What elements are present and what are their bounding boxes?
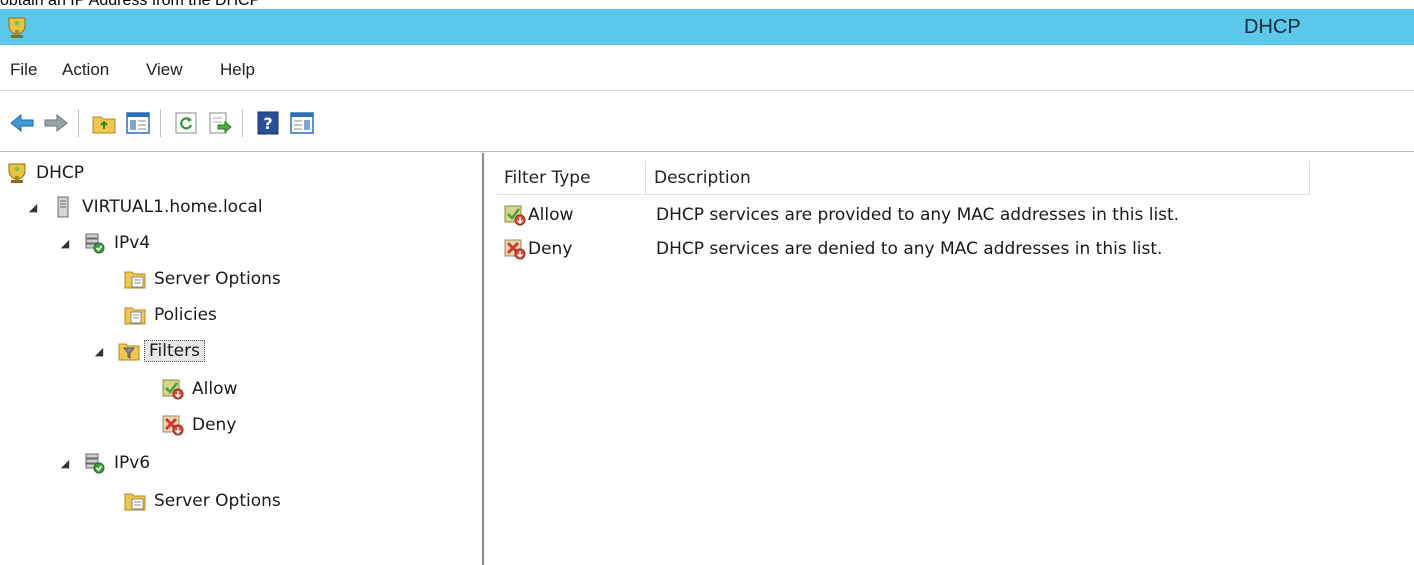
console-tree: DHCP ◢ VIRTUAL1.home.local ◢ IPv4 Server… [0, 153, 484, 565]
details-list: Filter Type Description Allow DHCP servi… [486, 153, 1414, 565]
toolbar-separator [160, 109, 161, 137]
collapse-arrow-icon[interactable]: ◢ [26, 200, 40, 214]
ipv6-icon [84, 452, 106, 474]
title-bar: DHCP [0, 9, 1414, 45]
tree-node-deny[interactable]: Deny [162, 411, 236, 439]
dhcp-icon [6, 162, 28, 184]
deny-filter-icon [162, 414, 184, 436]
filter-type-cell: Allow [528, 205, 574, 225]
tree-label: Deny [192, 415, 237, 435]
server-options-icon [124, 490, 146, 512]
tree-label: Policies [154, 305, 217, 325]
toolbar: ? [0, 92, 1414, 152]
tree-label: DHCP [36, 163, 84, 183]
server-icon [52, 196, 74, 218]
refresh-icon[interactable] [172, 109, 200, 137]
help-icon[interactable]: ? [254, 109, 282, 137]
collapse-arrow-icon[interactable]: ◢ [58, 236, 72, 250]
allow-filter-icon [162, 378, 184, 400]
tree-node-ipv6[interactable]: ◢ IPv6 [58, 449, 150, 477]
menu-view[interactable]: View [146, 60, 183, 80]
menu-help[interactable]: Help [220, 60, 255, 80]
tree-label: VIRTUAL1.home.local [82, 197, 263, 217]
tree-node-allow[interactable]: Allow [162, 375, 237, 403]
tree-node-ipv4[interactable]: ◢ IPv4 [58, 229, 150, 257]
collapse-arrow-icon[interactable]: ◢ [92, 344, 106, 358]
export-list-icon[interactable] [206, 109, 234, 137]
description-cell: DHCP services are provided to any MAC ad… [656, 205, 1180, 225]
menu-file[interactable]: File [10, 60, 37, 80]
tree-label: IPv6 [114, 453, 151, 473]
tree-label: Server Options [154, 269, 281, 289]
toolbar-separator [242, 109, 243, 137]
column-header-description[interactable]: Description [646, 161, 1310, 195]
back-icon[interactable] [8, 109, 36, 137]
tree-node-ipv6-server-options[interactable]: Server Options [124, 487, 281, 515]
list-row[interactable]: Allow DHCP services are provided to any … [486, 199, 1414, 231]
tree-node-filters[interactable]: ◢ Filters [92, 337, 205, 365]
menu-bar: File Action View Help [0, 45, 1414, 91]
dhcp-app-icon [6, 15, 28, 39]
svg-text:?: ? [263, 114, 272, 133]
forward-icon[interactable] [42, 109, 70, 137]
policies-icon [124, 304, 146, 326]
tree-node-policies[interactable]: Policies [124, 301, 217, 329]
description-cell: DHCP services are denied to any MAC addr… [656, 239, 1163, 259]
tree-node-ipv4-server-options[interactable]: Server Options [124, 265, 281, 293]
tree-label: Filters [144, 340, 205, 362]
show-hide-tree-icon[interactable] [124, 109, 152, 137]
tree-label: Allow [192, 379, 238, 399]
tree-node-dhcp[interactable]: DHCP [6, 159, 84, 187]
tree-node-server[interactable]: ◢ VIRTUAL1.home.local [26, 193, 263, 221]
ipv4-icon [84, 232, 106, 254]
menu-action[interactable]: Action [62, 60, 109, 80]
collapse-arrow-icon[interactable]: ◢ [58, 456, 72, 470]
tree-label: Server Options [154, 491, 281, 511]
filters-icon [118, 340, 140, 362]
page-caption: obtain an IP Address from the DHCP [0, 0, 261, 9]
allow-filter-icon [504, 204, 526, 226]
up-folder-icon[interactable] [90, 109, 118, 137]
server-options-icon [124, 268, 146, 290]
tree-label: IPv4 [114, 233, 151, 253]
deny-filter-icon [504, 238, 526, 260]
window-title: DHCP [1244, 16, 1301, 38]
show-hide-action-pane-icon[interactable] [288, 109, 316, 137]
column-header-filter-type[interactable]: Filter Type [496, 161, 646, 195]
list-row[interactable]: Deny DHCP services are denied to any MAC… [486, 233, 1414, 265]
filter-type-cell: Deny [528, 239, 573, 259]
toolbar-separator [78, 109, 79, 137]
